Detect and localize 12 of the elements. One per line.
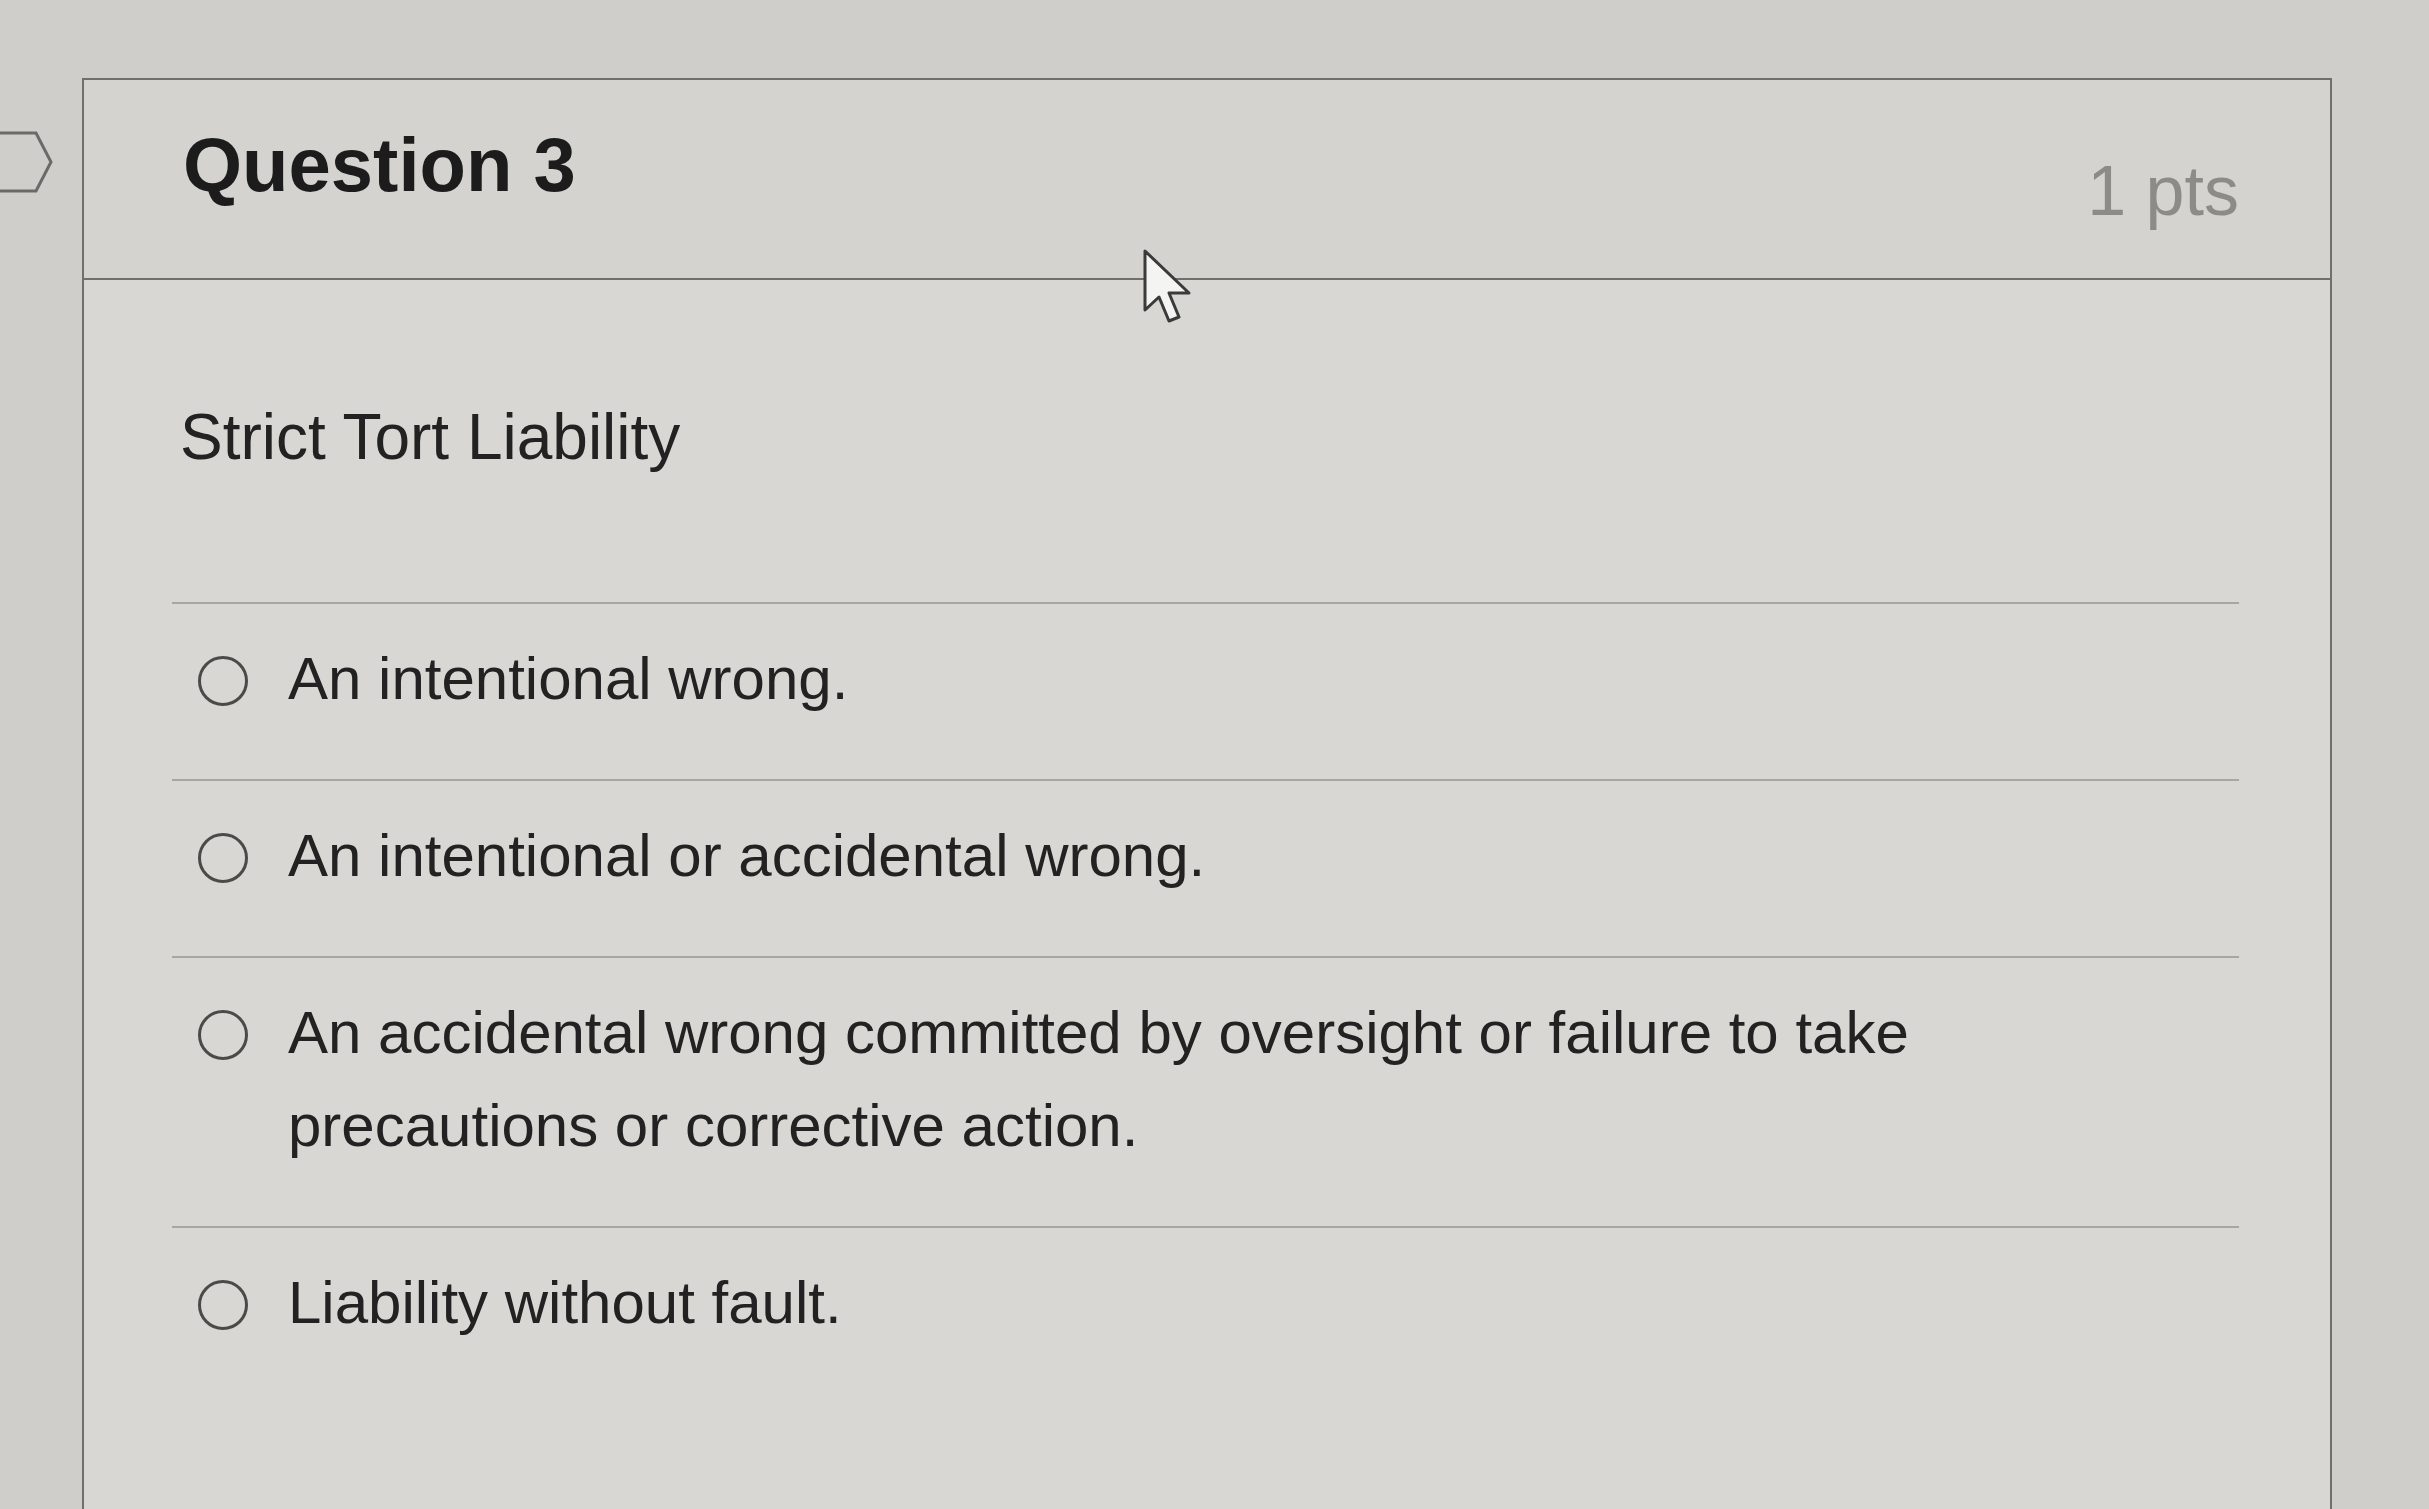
radio-button[interactable]	[198, 1280, 248, 1330]
radio-button[interactable]	[198, 833, 248, 883]
radio-button[interactable]	[198, 1010, 248, 1060]
answer-option-label: An intentional or accidental wrong.	[288, 821, 1206, 891]
answer-option-label: Liability without fault.	[288, 1268, 842, 1338]
question-title: Question 3	[183, 120, 576, 208]
answer-option-label: An accidental wrong committed by oversight or failure to take precautions or corrective action.	[288, 998, 1910, 1161]
points-label: 1 pts	[2087, 151, 2239, 231]
tag-icon[interactable]	[0, 130, 54, 194]
question-text: Strict Tort Liability	[179, 400, 682, 474]
radio-button[interactable]	[198, 656, 248, 706]
answer-option-label: An intentional wrong.	[288, 644, 849, 714]
